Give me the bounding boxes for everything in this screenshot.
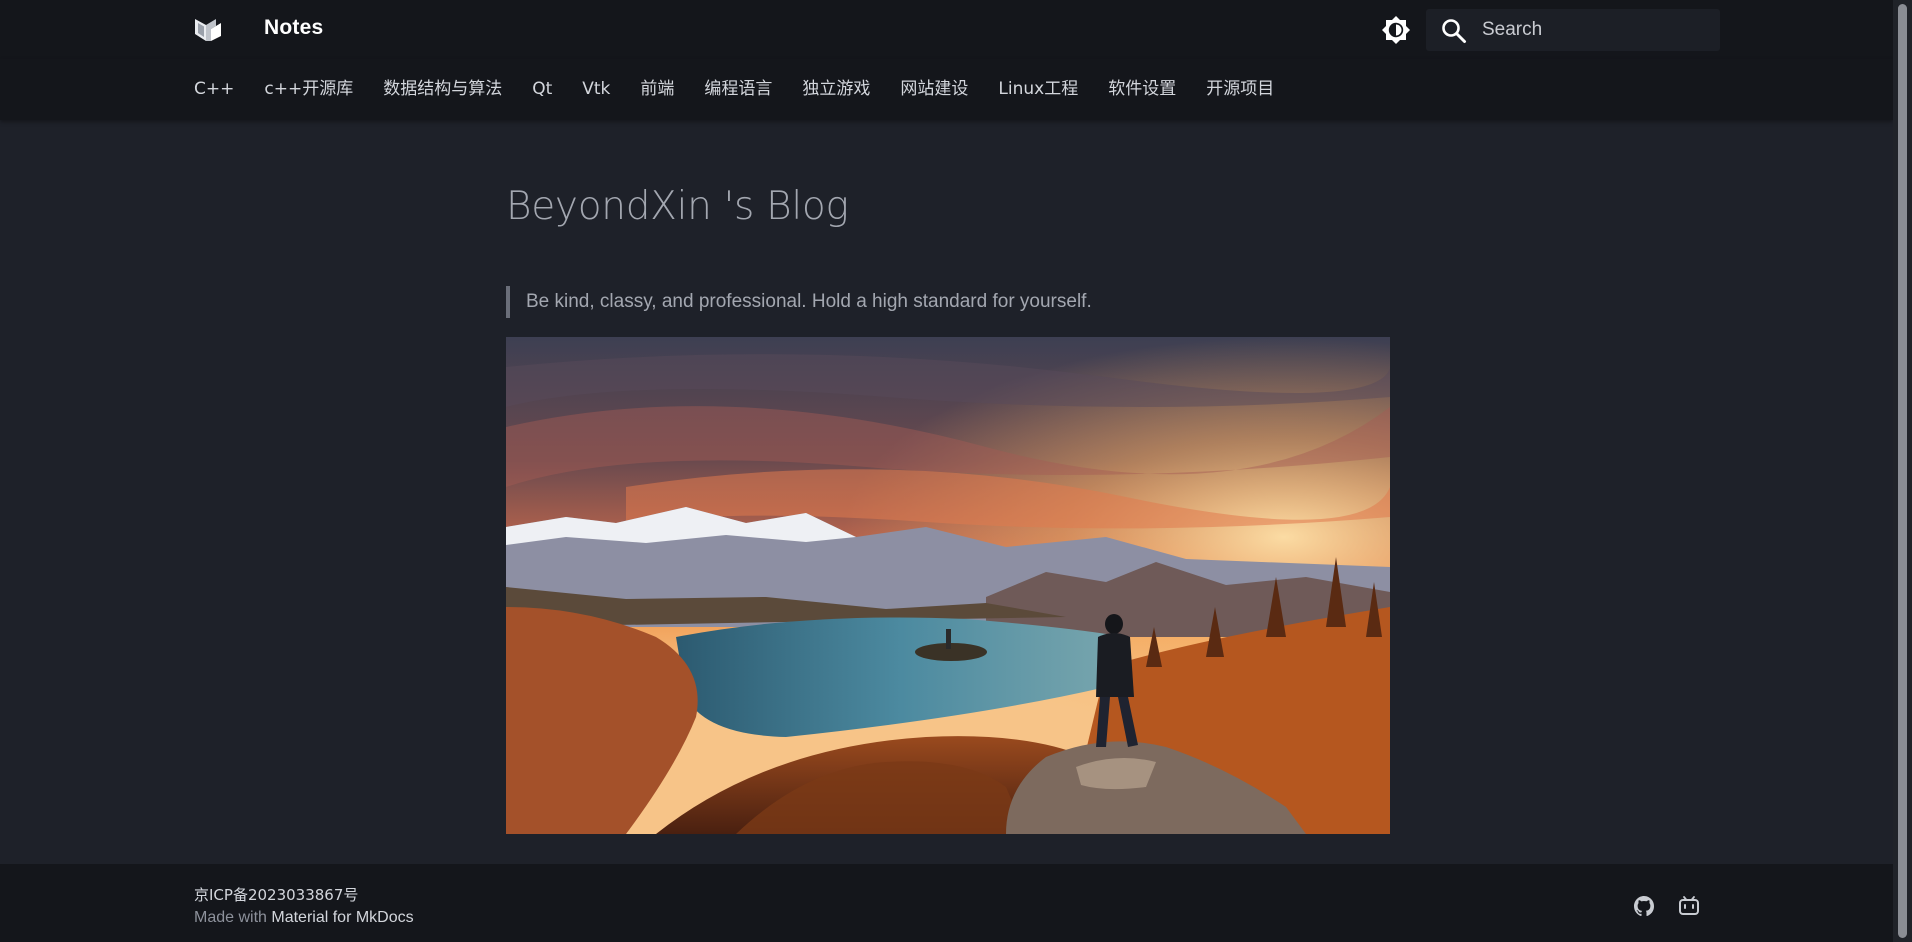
- tab-qt[interactable]: Qt: [532, 59, 552, 120]
- search-input[interactable]: [1480, 9, 1710, 51]
- material-mkdocs-logo-icon[interactable]: [194, 16, 222, 42]
- scrollbar-thumb[interactable]: [1898, 4, 1907, 938]
- tab-software-settings[interactable]: 软件设置: [1108, 59, 1176, 120]
- site-title[interactable]: Notes: [264, 16, 323, 40]
- material-for-mkdocs-link[interactable]: Material for MkDocs: [271, 909, 413, 926]
- page-title: BeyondXin 's Blog: [506, 184, 849, 229]
- tab-cpp[interactable]: C++: [194, 59, 234, 120]
- quote-text: Be kind, classy, and professional. Hold …: [526, 291, 1092, 312]
- tab-website-building[interactable]: 网站建设: [900, 59, 968, 120]
- hero-image-lake-sunset: [506, 337, 1390, 834]
- top-nav-tabs: C++ c++开源库 数据结构与算法 Qt Vtk 前端 编程语言 独立游戏 网…: [0, 59, 1893, 120]
- tab-open-source-projects[interactable]: 开源项目: [1206, 59, 1274, 120]
- tab-cpp-libraries[interactable]: c++开源库: [264, 59, 353, 120]
- made-with-prefix: Made with: [194, 909, 267, 926]
- icp-license-link[interactable]: 京ICP备2023033867号: [194, 884, 358, 905]
- github-icon[interactable]: [1632, 894, 1656, 918]
- tab-programming-languages[interactable]: 编程语言: [704, 59, 772, 120]
- tab-indie-games[interactable]: 独立游戏: [802, 59, 870, 120]
- tab-data-structures-algorithms[interactable]: 数据结构与算法: [383, 59, 502, 120]
- search-box[interactable]: [1426, 9, 1720, 51]
- site-header: Notes: [0, 0, 1893, 59]
- tab-frontend[interactable]: 前端: [640, 59, 674, 120]
- brightness-icon[interactable]: [1380, 14, 1412, 46]
- vertical-scrollbar[interactable]: [1893, 0, 1912, 942]
- made-with-credit: Made with Material for MkDocs: [194, 909, 414, 927]
- tab-vtk[interactable]: Vtk: [582, 59, 610, 120]
- tab-linux-engineering[interactable]: Linux工程: [998, 59, 1078, 120]
- search-icon: [1442, 19, 1466, 43]
- site-footer: 京ICP备2023033867号 Made with Material for …: [0, 864, 1893, 942]
- bilibili-icon[interactable]: [1677, 894, 1701, 918]
- motto-quote: Be kind, classy, and professional. Hold …: [506, 286, 1092, 318]
